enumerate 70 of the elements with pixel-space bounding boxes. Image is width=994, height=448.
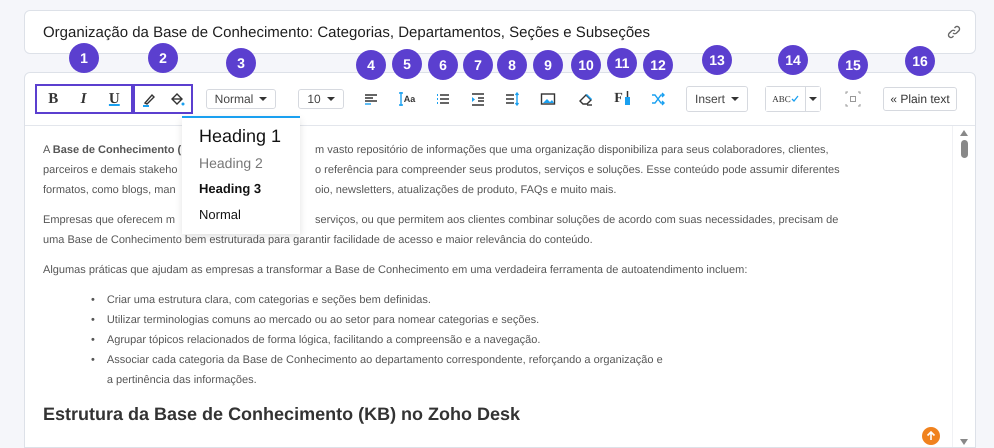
list-item: Agrupar tópicos relacionados de forma lógica, facilitando a compreensão e a navegação. (106, 333, 542, 348)
step-badge: 4 (356, 50, 386, 80)
list-item: Criar uma estrutura clara, com categorias e seções bem definidas. (106, 293, 432, 308)
paragraph-fragment: serviços, ou que permitem aos clientes combinar soluções de acordo com suas necessidades, precisam de (315, 213, 838, 227)
bullet: • (91, 353, 95, 368)
paint-bucket-icon[interactable] (169, 91, 185, 107)
step-badge: 14 (778, 45, 808, 75)
indent-icon[interactable] (470, 91, 486, 107)
spell-check-control[interactable]: ABC (765, 86, 821, 112)
paragraph-line: uma Base de Conhecimento bem estruturada para garantir facilidade de acesso e maior relevância do conteúdo. (43, 233, 593, 247)
title-text: Organização da Base de Conhecimento: Categorias, Departamentos, Seções e Subseções (43, 24, 650, 40)
step-badge: 8 (497, 50, 527, 80)
step-badge: 5 (392, 49, 422, 79)
eraser-icon[interactable] (578, 91, 594, 107)
format-menu-item[interactable]: Heading 1 (182, 122, 300, 150)
step-badge: 2 (148, 43, 178, 73)
paragraph-fragment: o referência para compreender seus produtos, serviços e soluções. Esse conteúdo pode assumir diferentes (315, 163, 840, 177)
pen-icon[interactable] (141, 91, 157, 107)
scroll-up-icon[interactable] (960, 130, 968, 136)
fullscreen-icon[interactable] (845, 91, 861, 107)
check-icon (790, 95, 799, 103)
link-icon[interactable] (947, 25, 961, 39)
step-badge: 11 (607, 48, 637, 78)
paragraph-fragment: m vasto repositório de informações que uma organização disponibiliza para seus colaboradores, clientes, (315, 143, 829, 157)
image-icon[interactable] (540, 91, 556, 107)
step-badge: 7 (463, 50, 493, 80)
step-badge: 9 (533, 50, 563, 80)
insert-dropdown[interactable]: Insert (686, 86, 748, 112)
step-badge: 13 (702, 45, 732, 75)
brush-icon (624, 91, 630, 107)
format-menu-item[interactable]: Heading 2 (182, 150, 300, 176)
format-icon[interactable]: B (44, 90, 62, 108)
step-badge: 3 (226, 48, 256, 78)
format-icon[interactable]: U (104, 90, 124, 108)
step-badge: 16 (905, 46, 935, 76)
step-badge: 12 (643, 50, 673, 80)
spell-check-button[interactable]: ABC (766, 87, 806, 111)
font-size-button[interactable]: Aa (396, 90, 418, 108)
list-item: Associar cada categoria da Base de Conhecimento ao departamento correspondente, reforçando a organização e a pertinência das informações. (106, 353, 664, 388)
scroll-top-button[interactable] (922, 427, 940, 445)
paragraph-fragment: oio, newsletters, atualizações de produto, FAQs e muito mais. (315, 183, 616, 197)
line-height-icon[interactable] (504, 91, 520, 107)
step-badge: 1 (69, 43, 99, 73)
paragraph-fragment: A Base de Conhecimento ( (43, 144, 182, 156)
font-size-dropdown[interactable]: 10 (298, 89, 344, 109)
paragraph-line: Algumas práticas que ajudam as empresas a transformar a Base de Conhecimento em uma verdadeira ferramenta de autoatendimento incluem: (43, 263, 748, 277)
bullet-list-icon[interactable] (435, 91, 451, 107)
bullet: • (91, 293, 95, 308)
text-cursor-icon (398, 92, 403, 106)
paragraph-fragment: Empresas que oferecem m (43, 214, 176, 226)
format-dropdown[interactable]: Normal (206, 89, 276, 109)
format-menu-item[interactable]: Normal (182, 202, 300, 228)
scroll-down-icon[interactable] (960, 439, 968, 445)
plain-text-button[interactable]: « Plain text (883, 87, 957, 111)
paragraph-fragment: formatos, como blogs, man (43, 184, 176, 196)
bullet: • (91, 333, 95, 348)
format-icon[interactable]: I (76, 90, 90, 108)
shuffle-icon[interactable] (650, 91, 666, 107)
paragraph-fragment: parceiros e demais stakeho (43, 164, 178, 176)
bullet: • (91, 313, 95, 328)
list-item: Utilizar terminologias comuns ao mercado ou ao setor para nomear categorias e seções. (106, 313, 540, 328)
step-badge: 15 (838, 50, 868, 80)
title-field[interactable]: Organização da Base de Conhecimento: Categorias, Departamentos, Seções e Subseções (24, 10, 976, 54)
format-painter-button[interactable]: F (612, 89, 632, 109)
scrollbar-thumb[interactable] (960, 140, 968, 158)
arrow-up-icon (926, 431, 936, 441)
step-badge: 10 (571, 50, 601, 80)
step-badge: 6 (428, 50, 458, 80)
section-heading: Estrutura da Base de Conhecimento (KB) no Zoho Desk (43, 404, 522, 425)
format-menu-item[interactable]: Heading 3 (182, 176, 300, 202)
